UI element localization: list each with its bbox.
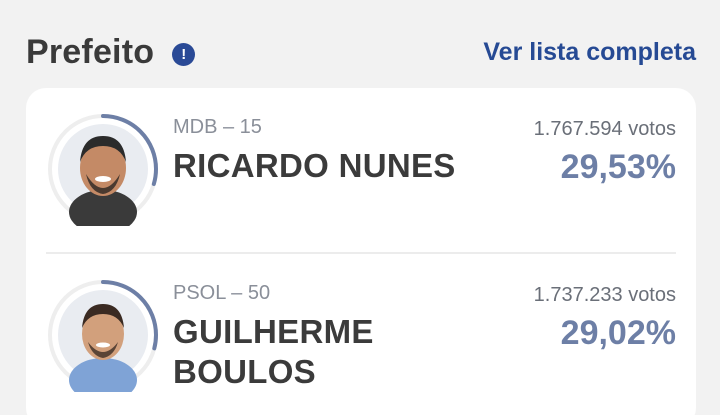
vote-count: 1.767.594 votos [533,118,676,140]
vote-percent: 29,53% [560,148,676,186]
vote-count: 1.737.233 votos [533,284,676,306]
candidate-avatar [46,278,160,392]
row-divider [46,252,676,254]
party-label: MDB – 15 [173,116,262,138]
vote-share-ring [48,114,158,226]
view-full-list-link[interactable]: Ver lista completa [483,38,696,67]
election-results-page: Prefeito ! Ver lista completa MDB – 15 R… [0,0,720,415]
party-label: PSOL – 50 [173,282,271,304]
vote-share-ring [48,280,158,392]
section-header: Prefeito ! Ver lista completa [26,30,696,74]
candidate-name: RICARDO NUNES [173,147,456,184]
candidate-avatar [46,112,160,226]
vote-percent: 29,02% [560,314,676,352]
page-title: Prefeito [26,32,155,71]
header-title-group: Prefeito ! [26,32,196,72]
candidate-name: GUILHERME BOULOS [173,313,374,390]
candidate-row[interactable]: MDB – 15 RICARDO NUNES 1.767.594 votos 2… [26,112,696,226]
info-icon[interactable]: ! [172,42,196,66]
candidate-row[interactable]: PSOL – 50 GUILHERME BOULOS 1.737.233 vot… [26,278,696,415]
results-card: MDB – 15 RICARDO NUNES 1.767.594 votos 2… [26,88,696,415]
